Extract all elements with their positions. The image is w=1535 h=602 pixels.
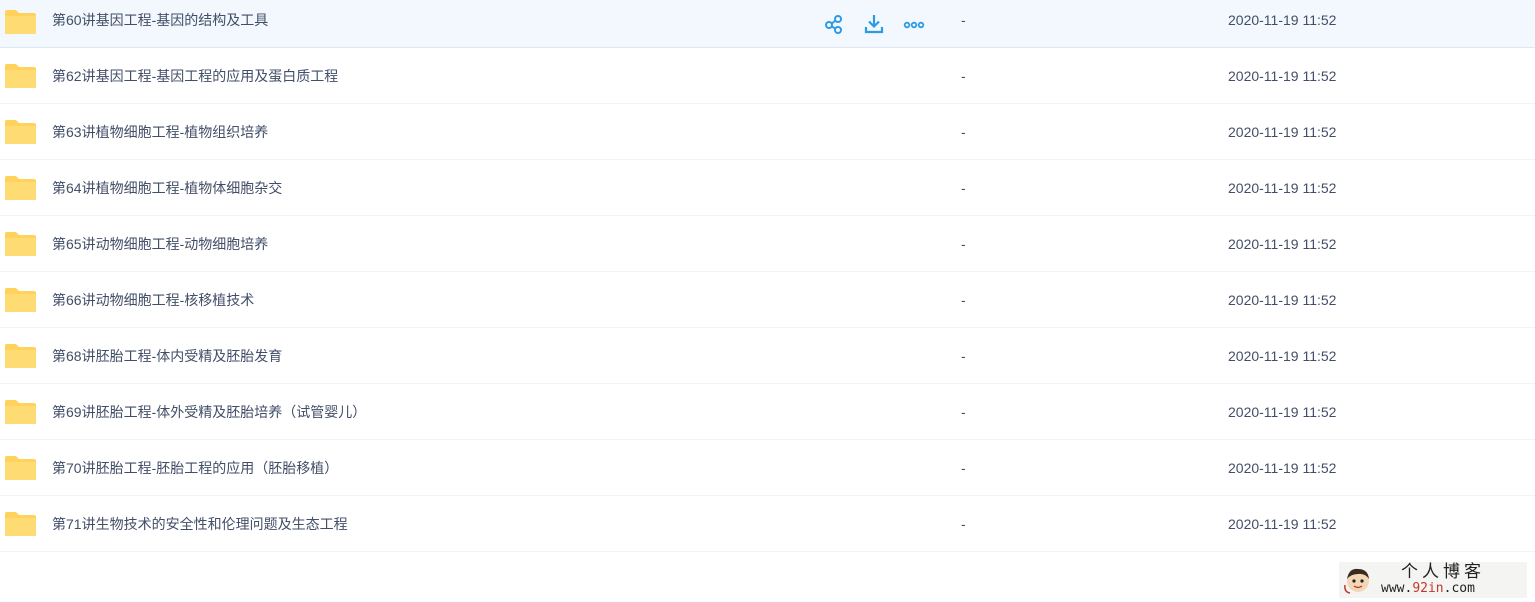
file-size: - — [961, 235, 966, 252]
file-size: - — [961, 347, 966, 364]
file-name[interactable]: 第60讲基因工程-基因的结构及工具 — [52, 10, 268, 30]
blog-watermark: 个人博客 www.92in.com — [1339, 562, 1527, 598]
folder-icon — [5, 343, 36, 368]
file-size: - — [961, 403, 966, 420]
file-name[interactable]: 第64讲植物细胞工程-植物体细胞杂交 — [52, 178, 282, 198]
file-row[interactable]: 第62讲基因工程-基因工程的应用及蛋白质工程 - 2020-11-19 11:5… — [0, 48, 1535, 104]
folder-icon — [5, 63, 36, 88]
watermark-url: www.92in.com — [1381, 582, 1485, 596]
folder-icon — [5, 399, 36, 424]
folder-icon — [5, 10, 36, 34]
file-modified: 2020-11-19 11:52 — [1228, 179, 1337, 196]
file-size: - — [961, 179, 966, 196]
folder-icon — [5, 175, 36, 200]
file-modified: 2020-11-19 11:52 — [1228, 459, 1337, 476]
file-modified: 2020-11-19 11:52 — [1228, 235, 1337, 252]
file-name[interactable]: 第70讲胚胎工程-胚胎工程的应用（胚胎移植） — [52, 458, 338, 478]
file-row[interactable]: 第70讲胚胎工程-胚胎工程的应用（胚胎移植） - 2020-11-19 11:5… — [0, 440, 1535, 496]
file-modified: 2020-11-19 11:52 — [1228, 347, 1337, 364]
folder-icon — [5, 231, 36, 256]
watermark-text: 个人博客 www.92in.com — [1381, 562, 1485, 596]
folder-icon — [5, 455, 36, 480]
file-name[interactable]: 第63讲植物细胞工程-植物组织培养 — [52, 122, 268, 142]
file-name[interactable]: 第66讲动物细胞工程-核移植技术 — [52, 290, 254, 310]
file-name[interactable]: 第65讲动物细胞工程-动物细胞培养 — [52, 234, 268, 254]
file-name[interactable]: 第71讲生物技术的安全性和伦理问题及生态工程 — [52, 514, 348, 534]
file-row[interactable]: 第65讲动物细胞工程-动物细胞培养 - 2020-11-19 11:52 — [0, 216, 1535, 272]
folder-icon — [5, 511, 36, 536]
watermark-url-suffix: .com — [1443, 581, 1475, 597]
avatar-icon — [1344, 568, 1369, 594]
watermark-title: 个人博客 — [1401, 562, 1485, 583]
folder-icon — [5, 119, 36, 144]
file-row[interactable]: 第66讲动物细胞工程-核移植技术 - 2020-11-19 11:52 — [0, 272, 1535, 328]
file-name[interactable]: 第69讲胚胎工程-体外受精及胚胎培养（试管婴儿） — [52, 402, 366, 422]
file-modified: 2020-11-19 11:52 — [1228, 12, 1337, 28]
file-modified: 2020-11-19 11:52 — [1228, 403, 1337, 420]
download-icon[interactable] — [863, 13, 885, 35]
file-modified: 2020-11-19 11:52 — [1228, 123, 1337, 140]
file-size: - — [961, 12, 966, 28]
file-row[interactable]: 第60讲基因工程-基因的结构及工具 - 2020-11-19 11:52 — [0, 0, 1535, 48]
watermark-url-prefix: www. — [1381, 581, 1413, 597]
file-row[interactable]: 第63讲植物细胞工程-植物组织培养 - 2020-11-19 11:52 — [0, 104, 1535, 160]
watermark-url-accent: 92in — [1412, 581, 1444, 597]
file-size: - — [961, 459, 966, 476]
row-actions — [823, 12, 925, 36]
file-name[interactable]: 第68讲胚胎工程-体内受精及胚胎发育 — [52, 346, 282, 366]
file-modified: 2020-11-19 11:52 — [1228, 291, 1337, 308]
file-modified: 2020-11-19 11:52 — [1228, 515, 1337, 532]
file-row[interactable]: 第64讲植物细胞工程-植物体细胞杂交 - 2020-11-19 11:52 — [0, 160, 1535, 216]
file-list: 第60讲基因工程-基因的结构及工具 - 2020-11-19 11:52 第62… — [0, 0, 1535, 552]
file-name[interactable]: 第62讲基因工程-基因工程的应用及蛋白质工程 — [52, 66, 338, 86]
file-row[interactable]: 第71讲生物技术的安全性和伦理问题及生态工程 - 2020-11-19 11:5… — [0, 496, 1535, 552]
file-size: - — [961, 515, 966, 532]
share-icon[interactable] — [823, 13, 845, 35]
more-icon[interactable] — [903, 13, 925, 35]
file-size: - — [961, 67, 966, 84]
file-size: - — [961, 291, 966, 308]
folder-icon — [5, 287, 36, 312]
file-row[interactable]: 第69讲胚胎工程-体外受精及胚胎培养（试管婴儿） - 2020-11-19 11… — [0, 384, 1535, 440]
file-row[interactable]: 第68讲胚胎工程-体内受精及胚胎发育 - 2020-11-19 11:52 — [0, 328, 1535, 384]
file-modified: 2020-11-19 11:52 — [1228, 67, 1337, 84]
file-size: - — [961, 123, 966, 140]
